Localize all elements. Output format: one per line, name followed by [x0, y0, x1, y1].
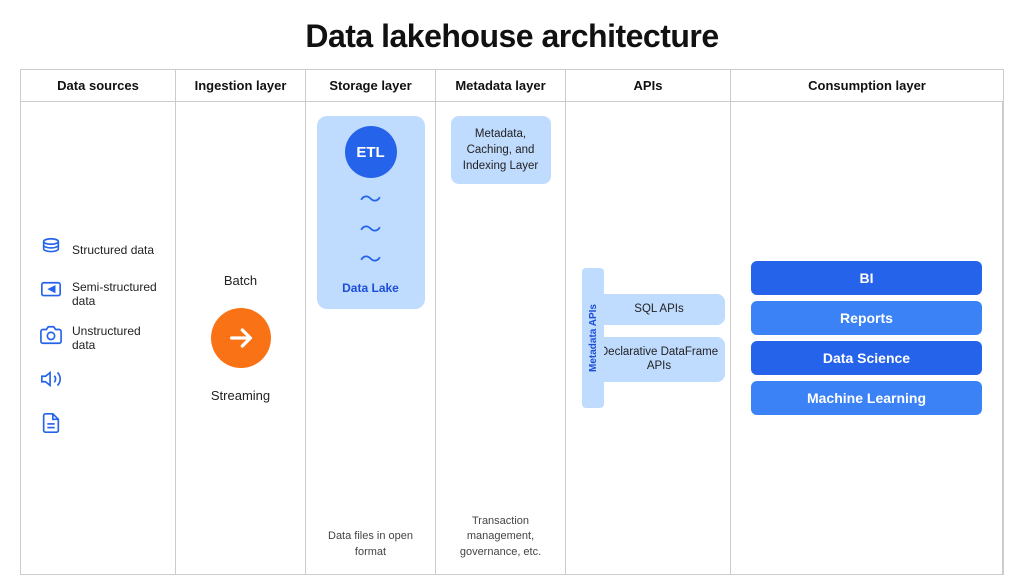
- ingestion-arrow: [211, 308, 271, 368]
- metadata-apis-label: Metadata APIs: [588, 304, 599, 372]
- metadata-sub: Transaction management, governance, etc.: [444, 514, 557, 560]
- etl-label: ETL: [356, 144, 384, 161]
- source-structured: Structured data: [38, 236, 158, 264]
- streaming-label: Streaming: [211, 388, 270, 403]
- consumption-reports: Reports: [751, 301, 982, 335]
- source-semi-structured: Semi-structured data: [38, 280, 158, 308]
- col-ingestion: Batch Streaming: [176, 102, 306, 574]
- col-metadata: Metadata, Caching, and Indexing Layer Tr…: [436, 102, 566, 574]
- consumption-data-science: Data Science: [751, 341, 982, 375]
- audio-icon: [38, 368, 64, 396]
- batch-label: Batch: [224, 273, 257, 288]
- data-lake-label: Data Lake: [342, 281, 399, 295]
- col-storage: ETL 〜 〜 〜 Data Lake Data files in open f…: [306, 102, 436, 574]
- page: Data lakehouse architecture Data sources…: [0, 0, 1024, 585]
- etl-circle: ETL: [345, 126, 397, 178]
- col-header-metadata: Metadata layer: [436, 70, 566, 101]
- sql-apis-box: SQL APIs: [593, 294, 725, 325]
- database-icon: [38, 236, 64, 264]
- col-header-storage: Storage layer: [306, 70, 436, 101]
- page-title: Data lakehouse architecture: [20, 18, 1004, 55]
- api-boxes: SQL APIs Declarative DataFrame APIs: [593, 294, 725, 383]
- storage-box: ETL 〜 〜 〜 Data Lake: [317, 116, 425, 309]
- wave-icon-3: 〜: [359, 248, 381, 272]
- consumption-ml: Machine Learning: [751, 381, 982, 415]
- semi-structured-label: Semi-structured data: [72, 280, 158, 308]
- col-header-consumption: Consumption layer: [731, 70, 1003, 101]
- storage-sub: Data files in open format: [312, 529, 429, 560]
- metadata-box: Metadata, Caching, and Indexing Layer: [451, 116, 551, 184]
- architecture-diagram: Data sources Ingestion layer Storage lay…: [20, 69, 1004, 575]
- col-header-sources: Data sources: [21, 70, 176, 101]
- sources-list: Structured data Semi-structured data: [29, 236, 167, 440]
- consumption-bi: BI: [751, 261, 982, 295]
- camera-icon: [38, 324, 64, 352]
- metadata-apis-bar: Metadata APIs: [582, 268, 604, 408]
- source-document: [38, 412, 158, 440]
- document-icon: [38, 412, 64, 440]
- col-header-ingestion: Ingestion layer: [176, 70, 306, 101]
- wave-icon-2: 〜: [359, 218, 381, 242]
- column-headers: Data sources Ingestion layer Storage lay…: [21, 70, 1003, 102]
- col-header-apis: APIs: [566, 70, 731, 101]
- source-unstructured: Unstructured data: [38, 324, 158, 352]
- col-data-sources: Structured data Semi-structured data: [21, 102, 176, 574]
- source-audio: [38, 368, 158, 396]
- col-consumption: BI Reports Data Science Machine Learning: [731, 102, 1003, 574]
- apis-inner: Metadata APIs SQL APIs Declarative DataF…: [572, 112, 724, 564]
- structured-label: Structured data: [72, 243, 154, 257]
- dataframe-apis-box: Declarative DataFrame APIs: [593, 337, 725, 383]
- col-apis: Metadata APIs SQL APIs Declarative DataF…: [566, 102, 731, 574]
- ingestion-content: Batch Streaming: [211, 273, 271, 403]
- monitor-icon: [38, 280, 64, 308]
- unstructured-label: Unstructured data: [72, 324, 158, 352]
- diagram-body: Structured data Semi-structured data: [21, 102, 1003, 574]
- wave-icon-1: 〜: [359, 188, 381, 212]
- consumption-list: BI Reports Data Science Machine Learning: [739, 112, 994, 564]
